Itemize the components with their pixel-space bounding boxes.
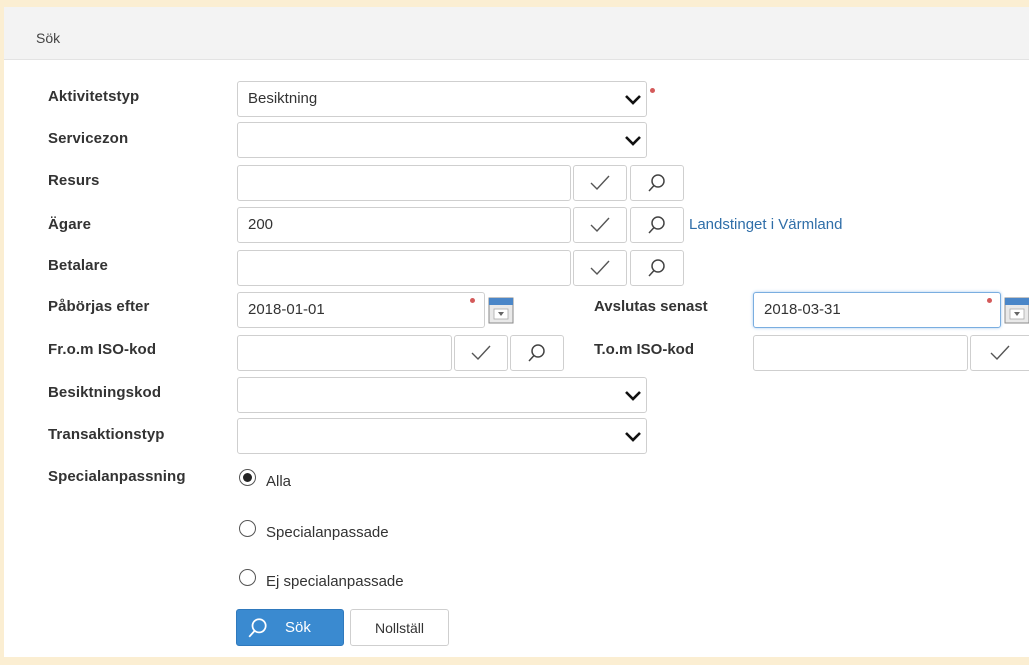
search-icon (248, 617, 267, 637)
label-aktivitetstyp: Aktivitetstyp (48, 88, 140, 105)
required-indicator (470, 298, 475, 303)
search-icon (648, 259, 665, 277)
transaktionstyp-select[interactable] (237, 418, 647, 454)
panel-title: Sök (36, 30, 61, 46)
search-icon (648, 216, 665, 234)
calendar-icon[interactable] (1004, 296, 1029, 324)
from-iso-input[interactable] (237, 335, 452, 371)
radio-option-ej-specialanpassade[interactable]: Ej specialanpassade (239, 565, 404, 590)
label-servicezon: Servicezon (48, 130, 129, 147)
search-icon (528, 344, 545, 362)
betalare-input[interactable] (237, 250, 571, 286)
required-indicator (987, 298, 992, 303)
chevron-down-icon (625, 136, 641, 146)
betalare-validate-button[interactable] (573, 250, 627, 286)
label-agare: Ägare (48, 216, 92, 233)
agare-input[interactable]: 200 (237, 207, 571, 243)
resurs-search-button[interactable] (630, 165, 684, 201)
label-avslutas-senast: Avslutas senast (594, 298, 708, 315)
agare-value: 200 (248, 216, 274, 233)
resurs-input[interactable] (237, 165, 571, 201)
search-icon (648, 174, 665, 192)
radio-button-ej-specialanpassade[interactable] (239, 569, 256, 586)
radio-label-alla: Alla (266, 473, 292, 490)
checkmark-icon (590, 217, 610, 233)
checkmark-icon (471, 345, 491, 361)
tom-iso-input[interactable] (753, 335, 968, 371)
radio-button-alla[interactable] (239, 469, 256, 486)
reset-button[interactable]: Nollställ (350, 609, 449, 646)
label-besiktningskod: Besiktningskod (48, 384, 162, 401)
radio-option-alla[interactable]: Alla (239, 465, 291, 490)
search-button-label: Sök (285, 619, 311, 636)
aktivitetstyp-value: Besiktning (248, 90, 318, 107)
calendar-icon[interactable] (488, 296, 514, 324)
radio-label-specialanpassade: Specialanpassade (266, 524, 389, 541)
reset-button-label: Nollställ (374, 619, 424, 636)
panel-header: Sök (4, 7, 1029, 60)
required-indicator (650, 88, 655, 93)
servicezon-select[interactable] (237, 122, 647, 158)
avslutas-senast-value: 2018-03-31 (764, 301, 841, 318)
agare-validate-button[interactable] (573, 207, 627, 243)
resurs-validate-button[interactable] (573, 165, 627, 201)
tom-iso-validate-button[interactable] (970, 335, 1029, 371)
panel-bottom-border (4, 657, 1029, 665)
label-tom-iso: T.o.m ISO-kod (594, 341, 695, 358)
checkmark-icon (990, 345, 1010, 361)
chevron-down-icon (625, 95, 641, 105)
paborjas-efter-date-input[interactable]: 2018-01-01 (237, 292, 485, 328)
from-iso-search-button[interactable] (510, 335, 564, 371)
radio-option-specialanpassade[interactable]: Specialanpassade (239, 516, 389, 541)
aktivitetstyp-select[interactable]: Besiktning (237, 81, 647, 117)
agare-name-link[interactable]: Landstinget i Värmland (689, 216, 842, 233)
betalare-search-button[interactable] (630, 250, 684, 286)
chevron-down-icon (625, 391, 641, 401)
agare-search-button[interactable] (630, 207, 684, 243)
avslutas-senast-date-input[interactable]: 2018-03-31 (753, 292, 1001, 328)
label-specialanpassning: Specialanpassning (48, 468, 186, 485)
chevron-down-icon (625, 432, 641, 442)
besiktningskod-select[interactable] (237, 377, 647, 413)
checkmark-icon (590, 175, 610, 191)
label-betalare: Betalare (48, 257, 109, 274)
radio-button-specialanpassade[interactable] (239, 520, 256, 537)
paborjas-efter-value: 2018-01-01 (248, 301, 325, 318)
label-resurs: Resurs (48, 172, 100, 189)
label-paborjas-efter: Påbörjas efter (48, 298, 150, 315)
search-button[interactable]: Sök (236, 609, 344, 646)
label-from-iso: Fr.o.m ISO-kod (48, 341, 157, 358)
label-transaktionstyp: Transaktionstyp (48, 426, 165, 443)
radio-label-ej-specialanpassade: Ej specialanpassade (266, 573, 404, 590)
checkmark-icon (590, 260, 610, 276)
from-iso-validate-button[interactable] (454, 335, 508, 371)
